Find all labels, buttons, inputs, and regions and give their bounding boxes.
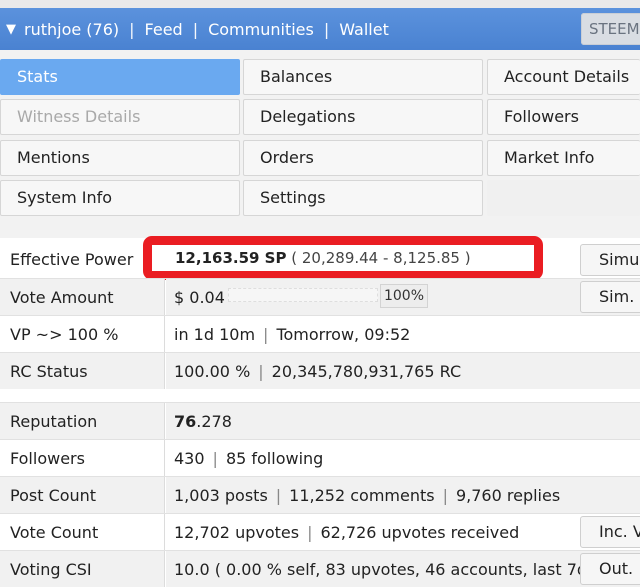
value-separator: | <box>258 361 264 381</box>
nav-communities[interactable]: Communities <box>208 20 314 39</box>
reputation-int: 76 <box>174 411 197 431</box>
followers-label: Followers <box>0 440 165 476</box>
vote-amount-label: Vote Amount <box>0 279 165 315</box>
menu-followers[interactable]: Followers <box>487 99 640 135</box>
row-post-count: Post Count 1,003 posts | 11,252 comments… <box>0 477 640 513</box>
vote-count-value: 12,702 upvotes | 62,726 upvotes received <box>166 514 640 550</box>
value-separator: | <box>275 485 282 505</box>
value-separator: | <box>263 324 269 344</box>
caret-down-icon[interactable]: ▼ <box>6 22 16 37</box>
menu-stats[interactable]: Stats <box>0 59 240 95</box>
nav-user[interactable]: ruthjoe (76) <box>24 20 119 39</box>
row-vote-count: Vote Count 12,702 upvotes | 62,726 upvot… <box>0 514 640 550</box>
effective-power-text: 12,163.59 SP ( 20,289.44 - 8,125.85 ) <box>175 249 471 267</box>
menu-empty-cell <box>487 180 640 216</box>
row-reputation: Reputation 76.278 <box>0 403 640 439</box>
sim-p-button[interactable]: Sim. P <box>580 281 640 313</box>
row-rc-status: RC Status 100.00 % | 20,345,780,931,765 … <box>0 353 640 389</box>
nav-separator: | <box>323 19 330 39</box>
menu-orders[interactable]: Orders <box>243 140 483 176</box>
rc-percent: 100.00 % <box>174 361 251 381</box>
vp-value: in 1d 10m | Tomorrow, 09:52 <box>166 316 640 352</box>
top-navbar: ▼ ruthjoe (76) | Feed | Communities | Wa… <box>0 8 640 50</box>
effective-power-breakdown: ( 20,289.44 - 8,125.85 ) <box>291 249 471 267</box>
outgoing-votes-button[interactable]: Out. <box>580 553 640 585</box>
vote-weight-slider[interactable] <box>228 288 378 302</box>
row-voting-csi: Voting CSI 10.0 ( 0.00 % self, 83 upvote… <box>0 551 640 587</box>
nav-separator: | <box>192 19 199 39</box>
replies-count: 9,760 replies <box>455 485 561 505</box>
reputation-label: Reputation <box>0 403 165 439</box>
top-strip <box>0 0 640 8</box>
nav-wallet[interactable]: Wallet <box>339 20 389 39</box>
post-count-label: Post Count <box>0 477 165 513</box>
nav-separator: | <box>129 19 135 39</box>
nav-feed[interactable]: Feed <box>145 20 183 39</box>
upvotes-received: 62,726 upvotes received <box>320 522 520 542</box>
rc-status-value: 100.00 % | 20,345,780,931,765 RC <box>166 353 640 389</box>
following-count: 85 following <box>225 448 324 468</box>
simulate-power-button[interactable]: Simul <box>580 244 640 276</box>
upvotes-count: 12,702 upvotes <box>174 522 300 542</box>
voting-csi-label: Voting CSI <box>0 551 165 587</box>
reputation-frac: .278 <box>196 411 232 431</box>
reputation-value: 76.278 <box>166 403 640 439</box>
value-separator: | <box>442 485 448 505</box>
vp-eta: in 1d 10m <box>174 324 256 344</box>
followers-value: 430 | 85 following <box>166 440 640 476</box>
row-followers: Followers 430 | 85 following <box>0 440 640 476</box>
menu-account-details[interactable]: Account Details <box>487 59 640 95</box>
rc-status-label: RC Status <box>0 353 165 389</box>
menu-mentions[interactable]: Mentions <box>0 140 240 176</box>
rc-amount: 20,345,780,931,765 RC <box>271 361 462 381</box>
menu-witness-details: Witness Details <box>0 99 240 135</box>
inc-votes-button[interactable]: Inc. V <box>580 516 640 548</box>
steem-button[interactable]: STEEM <box>581 13 640 45</box>
vote-count-label: Vote Count <box>0 514 165 550</box>
menu-delegations[interactable]: Delegations <box>243 99 483 135</box>
followers-count: 430 <box>174 448 205 468</box>
vp-label: VP ~> 100 % <box>0 316 165 352</box>
value-separator: | <box>307 522 313 542</box>
effective-power-sp: 12,163.59 SP <box>175 249 287 267</box>
post-count-value: 1,003 posts | 11,252 comments | 9,760 re… <box>166 477 640 513</box>
vote-amount-usd: $ 0.04 <box>174 287 225 307</box>
menu-market-info[interactable]: Market Info <box>487 140 640 176</box>
row-vp: VP ~> 100 % in 1d 10m | Tomorrow, 09:52 <box>0 316 640 352</box>
vp-when: Tomorrow, 09:52 <box>276 324 411 344</box>
effective-power-label: Effective Power <box>0 241 165 278</box>
comments-count: 11,252 comments <box>289 485 435 505</box>
voting-csi-value: 10.0 ( 0.00 % self, 83 upvotes, 46 accou… <box>166 551 640 587</box>
vote-weight-percent[interactable]: 100% <box>380 284 428 308</box>
value-separator: | <box>212 448 218 468</box>
menu-system-info[interactable]: System Info <box>0 180 240 216</box>
menu-balances[interactable]: Balances <box>243 59 483 95</box>
posts-count: 1,003 posts <box>174 485 268 505</box>
menu-settings[interactable]: Settings <box>243 180 483 216</box>
